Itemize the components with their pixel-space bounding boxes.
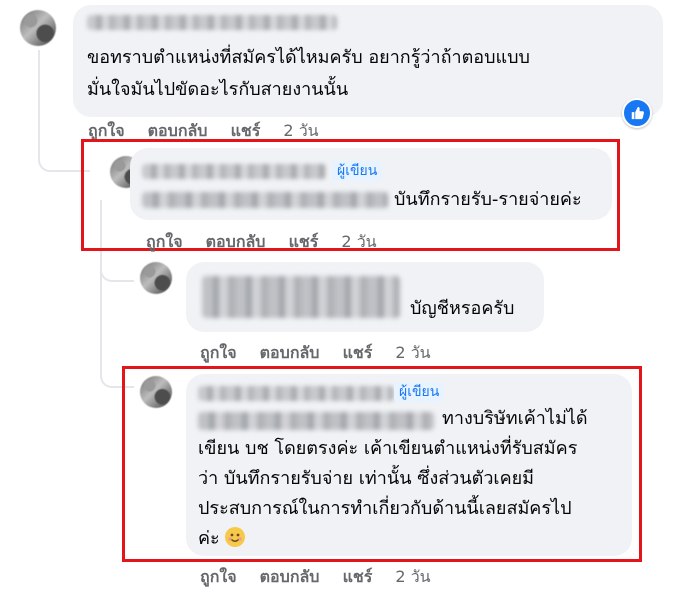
- avatar[interactable]: [20, 10, 56, 46]
- comment-actions: ถูกใจ ตอบกลับ แชร์ 2 วัน: [146, 230, 395, 255]
- timestamp[interactable]: 2 วัน: [395, 567, 430, 586]
- avatar[interactable]: [140, 262, 172, 294]
- reply-button[interactable]: ตอบกลับ: [260, 567, 320, 586]
- comment-bubble: ขอทราบตำแหน่งที่สมัครได้ไหมครับ อยากรู้ว…: [73, 5, 663, 117]
- timestamp[interactable]: 2 วัน: [341, 232, 376, 251]
- comment-actions: ถูกใจ ตอบกลับ แชร์ 2 วัน: [200, 565, 449, 590]
- comment-text: ขอทราบตำแหน่งที่สมัครได้ไหมครับ อยากรู้ว…: [87, 47, 530, 68]
- thread-connector: [100, 250, 134, 282]
- share-button[interactable]: แชร์: [289, 232, 319, 251]
- like-button[interactable]: ถูกใจ: [88, 121, 125, 140]
- like-button[interactable]: ถูกใจ: [146, 232, 183, 251]
- share-button[interactable]: แชร์: [343, 343, 373, 362]
- thread-line-main: [38, 50, 40, 138]
- reply-button[interactable]: ตอบกลับ: [260, 343, 320, 362]
- reply-button[interactable]: ตอบกลับ: [206, 232, 266, 251]
- comment-actions: ถูกใจ ตอบกลับ แชร์ 2 วัน: [200, 341, 449, 366]
- share-button[interactable]: แชร์: [231, 121, 261, 140]
- comment-text: บัญชีหรอครับ: [410, 298, 515, 319]
- timestamp[interactable]: 2 วัน: [395, 343, 430, 362]
- comment-bubble: บัญชีหรอครับ: [186, 262, 544, 332]
- thumbs-up-icon[interactable]: [622, 98, 652, 128]
- share-button[interactable]: แชร์: [343, 567, 373, 586]
- like-button[interactable]: ถูกใจ: [200, 343, 237, 362]
- highlight-box: [122, 366, 642, 562]
- author-name-blurred[interactable]: [87, 15, 337, 30]
- timestamp[interactable]: 2 วัน: [283, 121, 318, 140]
- comment-text: มั่นใจมันไปขัดอะไรกับสายงานนั้น: [87, 79, 349, 100]
- author-name-blurred[interactable]: [202, 276, 400, 318]
- reply-button[interactable]: ตอบกลับ: [148, 121, 208, 140]
- like-button[interactable]: ถูกใจ: [200, 567, 237, 586]
